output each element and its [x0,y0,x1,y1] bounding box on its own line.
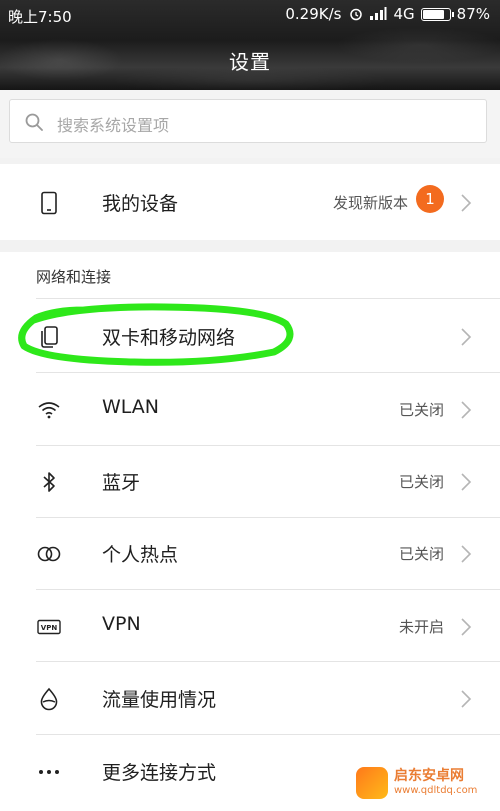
search-input[interactable]: 搜索系统设置项 [9,99,487,143]
row-label: 蓝牙 [102,472,141,494]
status-bar: 晚上7:50 0.29K/s 4G 87% [0,0,500,30]
row-label: VPN [102,613,141,635]
row-label: 个人热点 [102,544,179,566]
chevron-right-icon [460,400,472,424]
chevron-right-icon [460,617,472,641]
section-title-network: 网络和连接 [36,268,112,286]
data-usage-icon [36,686,62,712]
battery-fill [422,9,444,19]
row-label: 更多连接方式 [102,762,217,784]
status-indicators: 0.29K/s 4G 87% [285,5,490,23]
row-status: 已关闭 [398,473,444,491]
chevron-right-icon [460,327,472,351]
chevron-right-icon [460,472,472,496]
phone-icon [36,190,62,216]
net-speed: 0.29K/s [285,5,342,23]
svg-text:VPN: VPN [41,624,58,632]
more-icon [36,759,62,785]
sidebar-item-data-usage[interactable]: 流量使用情况 [0,662,500,734]
sidebar-item-dual-sim[interactable]: 双卡和移动网络 [0,300,500,372]
wifi-icon [36,397,62,423]
watermark-name: 启东安卓网 [394,768,464,784]
battery-icon [420,7,454,21]
update-status: 发现新版本 [332,194,408,212]
sim-cards-icon [36,324,62,350]
header-bar: 晚上7:50 0.29K/s 4G 87% 设置 [0,0,500,90]
chevron-right-icon [460,544,472,568]
sidebar-item-wlan[interactable]: WLAN 已关闭 [0,373,500,445]
search-area: 搜索系统设置项 [0,90,500,158]
vpn-icon: VPN [36,614,62,640]
row-status: 未开启 [398,618,444,636]
watermark-icon [356,767,388,799]
divider [36,298,500,299]
sidebar-item-vpn[interactable]: VPN VPN 未开启 [0,590,500,662]
search-placeholder: 搜索系统设置项 [57,116,170,135]
network-type: 4G [393,5,415,23]
signal-icon [369,7,387,21]
hotspot-icon [36,541,62,567]
watermark-logo: 启东安卓网 www.qdltdq.com [356,763,492,805]
alarm-icon [349,7,363,21]
chevron-right-icon [460,689,472,713]
page-title: 设置 [229,50,271,74]
my-device-label: 我的设备 [102,193,179,215]
row-status: 已关闭 [398,401,444,419]
status-time: 晚上7:50 [8,8,72,26]
battery-percent: 87% [456,5,490,23]
row-label: 双卡和移动网络 [102,327,236,349]
row-label: 流量使用情况 [102,689,217,711]
update-badge: 1 [416,185,444,213]
bluetooth-icon [36,469,62,495]
watermark-url: www.qdltdq.com [394,785,478,796]
row-label: WLAN [102,396,160,418]
sidebar-item-hotspot[interactable]: 个人热点 已关闭 [0,517,500,589]
sidebar-item-bluetooth[interactable]: 蓝牙 已关闭 [0,445,500,517]
chevron-right-icon [460,193,472,217]
search-icon [24,112,44,136]
row-status: 已关闭 [398,545,444,563]
